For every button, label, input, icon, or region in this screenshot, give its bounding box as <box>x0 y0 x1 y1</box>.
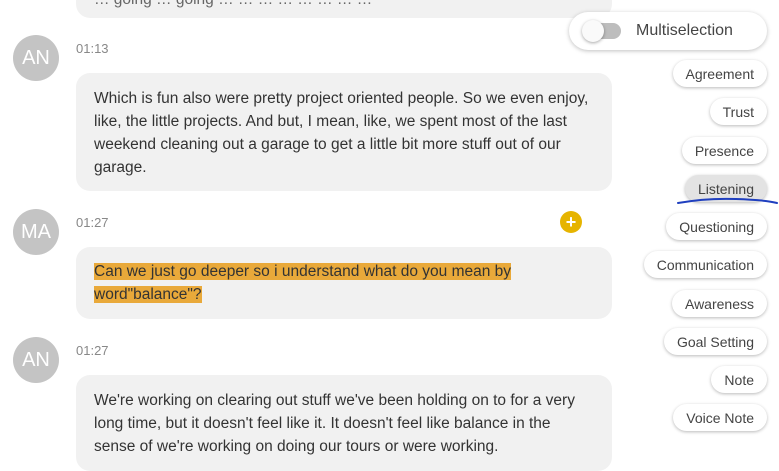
tag-awareness[interactable]: Awareness <box>671 290 767 317</box>
message-text-partial: … going … going … … … … … … … … <box>94 0 372 11</box>
highlighted-text[interactable]: Can we just go deeper so i understand wh… <box>94 263 512 303</box>
tag-communication[interactable]: Communication <box>643 251 767 278</box>
avatar-ma: MA <box>13 209 59 255</box>
message-bubble-highlighted: Can we just go deeper so i understand wh… <box>76 247 612 319</box>
tag-note[interactable]: Note <box>711 366 767 393</box>
message-time: 01:27 <box>76 343 109 358</box>
toggle-switch[interactable] <box>582 20 621 42</box>
avatar-an: AN <box>13 337 59 383</box>
message-text: We're working on clearing out stuff we'v… <box>94 392 575 455</box>
message-bubble: We're working on clearing out stuff we'v… <box>76 375 612 471</box>
message-bubble: Which is fun also were pretty project or… <box>76 73 612 191</box>
tag-presence[interactable]: Presence <box>681 137 767 164</box>
message-bubble-partial: … going … going … … … … … … … … <box>76 0 612 18</box>
tag-trust[interactable]: Trust <box>709 98 767 125</box>
multiselection-label: Multiselection <box>636 22 733 39</box>
multiselection-toggle[interactable]: Multiselection <box>569 12 767 50</box>
tag-goal-setting[interactable]: Goal Setting <box>663 328 767 355</box>
message-text: Which is fun also were pretty project or… <box>94 90 589 176</box>
add-tag-button[interactable]: + <box>560 211 582 233</box>
message-time: 01:27 <box>76 215 109 230</box>
tag-questioning[interactable]: Questioning <box>666 213 767 240</box>
tag-voice-note[interactable]: Voice Note <box>673 404 767 431</box>
tag-agreement[interactable]: Agreement <box>672 60 767 87</box>
annotation-underline <box>677 197 778 204</box>
message-time: 01:13 <box>76 41 109 56</box>
toggle-knob <box>582 20 604 42</box>
avatar-an: AN <box>13 35 59 81</box>
